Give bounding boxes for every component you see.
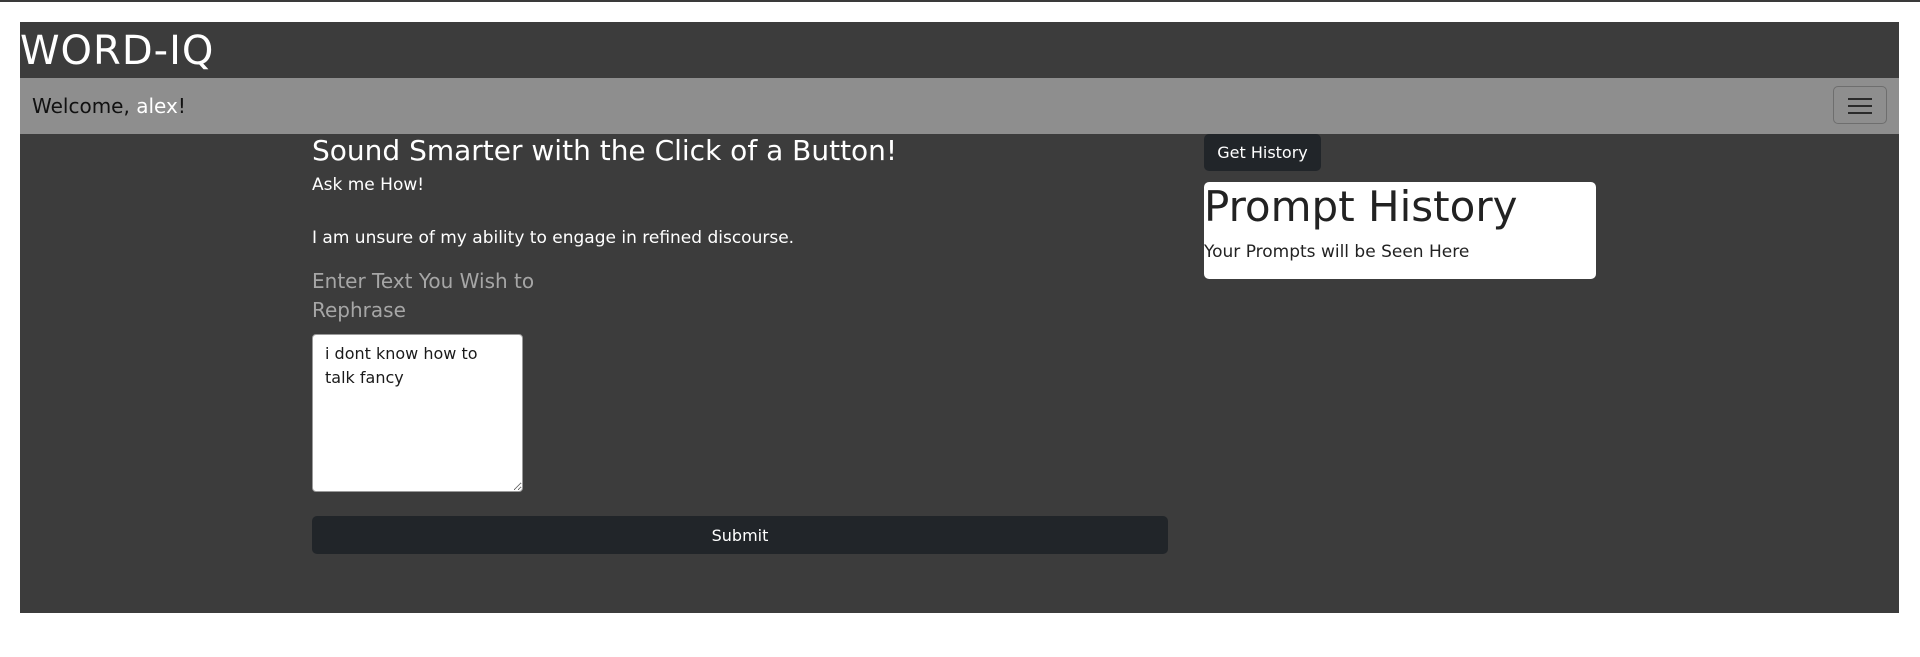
welcome-message: Welcome, alex!	[32, 78, 186, 134]
brand-title[interactable]: WORD-IQ	[20, 24, 214, 78]
app-container: WORD-IQ Welcome, alex! Sound Smarter wit…	[20, 22, 1899, 613]
prompt-history-title: Prompt History	[1204, 182, 1518, 231]
input-label: Enter Text You Wish to Rephrase	[312, 269, 535, 322]
hamburger-menu-button[interactable]	[1833, 86, 1887, 124]
username: alex	[136, 94, 178, 118]
welcome-prefix: Welcome,	[32, 94, 137, 118]
page-title: Sound Smarter with the Click of a Button…	[312, 134, 898, 167]
page-subtitle: Ask me How!	[312, 175, 425, 195]
rephrased-result: I am unsure of my ability to engage in r…	[312, 228, 795, 248]
prompt-history-card: Prompt History Your Prompts will be Seen…	[1204, 182, 1596, 279]
prompt-history-placeholder: Your Prompts will be Seen Here	[1204, 242, 1470, 262]
get-history-button[interactable]: Get History	[1204, 134, 1321, 171]
submit-button[interactable]: Submit	[312, 516, 1168, 554]
rephrase-input[interactable]: i dont know how to talk fancy	[312, 334, 523, 492]
top-border	[0, 0, 1920, 2]
navbar: Welcome, alex!	[20, 78, 1899, 134]
welcome-suffix: !	[177, 94, 186, 118]
